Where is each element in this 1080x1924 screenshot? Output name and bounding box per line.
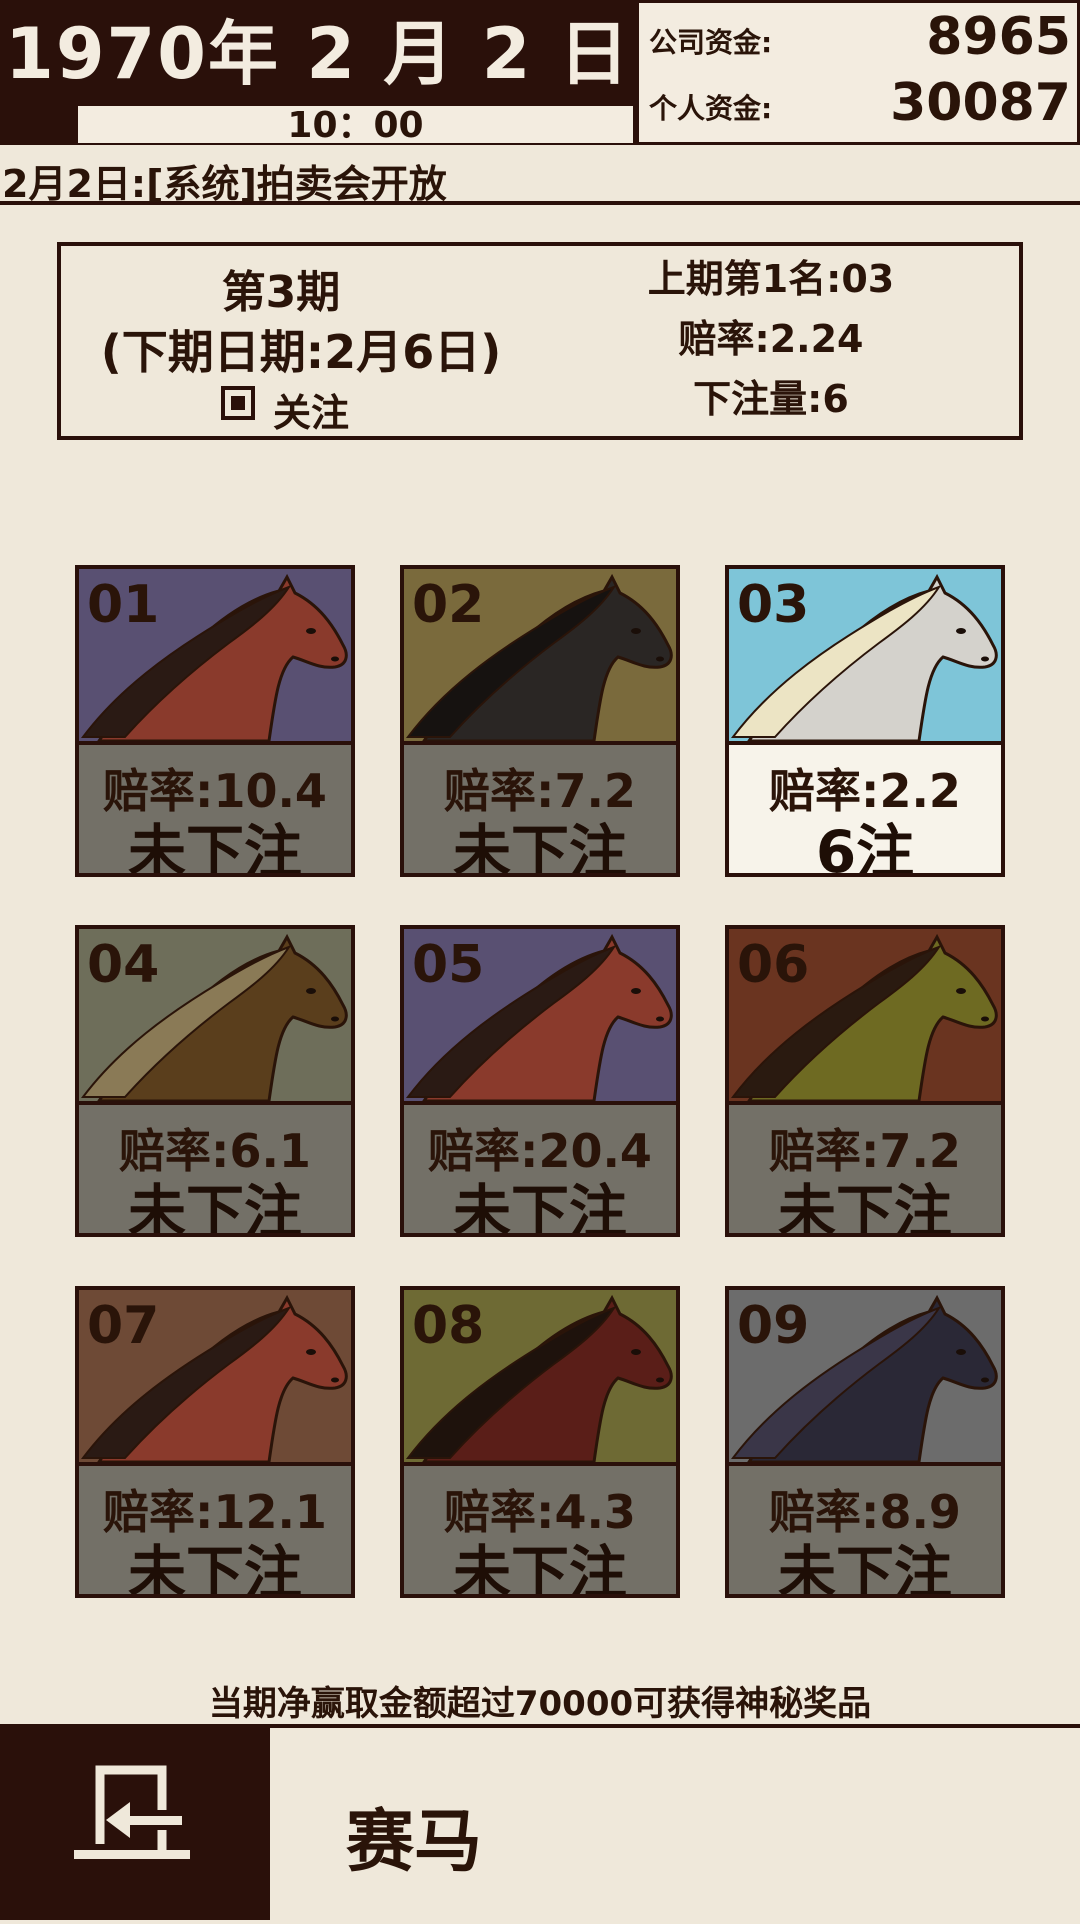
- current-date: 1970年 2 月 2 日: [5, 13, 631, 95]
- time-bar: 10：00: [78, 105, 633, 146]
- horse-bet-status: 未下注: [452, 818, 627, 877]
- horse-bet-info: 赔率:4.3 未下注: [404, 1466, 676, 1594]
- horse-bet-status: 6注: [815, 818, 915, 877]
- horse-card-01[interactable]: 01 赔率:10.4 未下注: [75, 565, 355, 877]
- date-panel: 1970年 2 月 2 日 10：00: [0, 0, 636, 146]
- horse-card-02[interactable]: 02 赔率:7.2 未下注: [400, 565, 680, 877]
- horse-bet-status: 未下注: [127, 1178, 302, 1237]
- race-period: 第3期: [221, 267, 341, 318]
- last-winner: 上期第1名:03: [647, 257, 895, 301]
- horse-bet-status: 未下注: [452, 1178, 627, 1237]
- follow-checkbox[interactable]: [221, 386, 255, 420]
- horse-bet-info: 赔率:6.1 未下注: [79, 1105, 351, 1233]
- horse-number: 04: [87, 935, 160, 995]
- horse-number: 07: [87, 1296, 160, 1356]
- horse-card-08[interactable]: 08 赔率:4.3 未下注: [400, 1286, 680, 1598]
- horse-bet-status: 未下注: [777, 1539, 952, 1598]
- horse-bet-info: 赔率:2.2 6注: [729, 745, 1001, 873]
- page-title: 赛马: [346, 1803, 483, 1882]
- horse-bet-info: 赔率:20.4 未下注: [404, 1105, 676, 1233]
- horse-number: 02: [412, 575, 485, 635]
- horse-bet-info: 赔率:8.9 未下注: [729, 1466, 1001, 1594]
- company-funds-label: 公司资金:: [649, 26, 773, 59]
- horse-card-03[interactable]: 03 赔率:2.2 6注: [725, 565, 1005, 877]
- horse-bet-info: 赔率:12.1 未下注: [79, 1466, 351, 1594]
- horse-bet-info: 赔率:10.4 未下注: [79, 745, 351, 873]
- horse-number: 01: [87, 575, 160, 635]
- personal-funds-label: 个人资金:: [649, 92, 773, 125]
- news-text: 2月2日:[系统]拍卖会开放: [2, 162, 447, 206]
- race-bet-amount: 下注量:6: [693, 377, 849, 421]
- horse-bet-status: 未下注: [777, 1178, 952, 1237]
- horse-card-09[interactable]: 09 赔率:8.9 未下注: [725, 1286, 1005, 1598]
- horse-bet-info: 赔率:7.2 未下注: [404, 745, 676, 873]
- follow-label: 关注: [273, 391, 350, 435]
- horse-bet-status: 未下注: [127, 818, 302, 877]
- horse-bet-status: 未下注: [452, 1539, 627, 1598]
- news-ticker: 2月2日:[系统]拍卖会开放: [0, 145, 1080, 206]
- personal-funds-value: 30087: [890, 73, 1071, 133]
- horse-card-04[interactable]: 04 赔率:6.1 未下注: [75, 925, 355, 1237]
- exit-button[interactable]: [0, 1726, 270, 1920]
- horse-number: 09: [737, 1296, 810, 1356]
- current-time: 10：00: [287, 105, 424, 146]
- horse-number: 05: [412, 935, 485, 995]
- funds-panel: 公司资金: 8965 个人资金: 30087: [636, 0, 1080, 145]
- exit-icon: [74, 1765, 190, 1859]
- horse-bet-info: 赔率:7.2 未下注: [729, 1105, 1001, 1233]
- horse-card-05[interactable]: 05 赔率:20.4 未下注: [400, 925, 680, 1237]
- horse-number: 08: [412, 1296, 485, 1356]
- race-odds: 赔率:2.24: [678, 317, 864, 361]
- horse-number: 03: [737, 575, 810, 635]
- promo-text: 当期净赢取金额超过70000可获得神秘奖品: [208, 1684, 872, 1724]
- horse-bet-status: 未下注: [127, 1539, 302, 1598]
- horse-card-06[interactable]: 06 赔率:7.2 未下注: [725, 925, 1005, 1237]
- next-race-date: (下期日期:2月6日): [100, 325, 502, 379]
- horse-number: 06: [737, 935, 810, 995]
- company-funds-value: 8965: [926, 7, 1071, 67]
- horse-card-07[interactable]: 07 赔率:12.1 未下注: [75, 1286, 355, 1598]
- race-info-panel: 第3期 (下期日期:2月6日) 关注 上期第1名:03 赔率:2.24 下注量:…: [57, 242, 1023, 440]
